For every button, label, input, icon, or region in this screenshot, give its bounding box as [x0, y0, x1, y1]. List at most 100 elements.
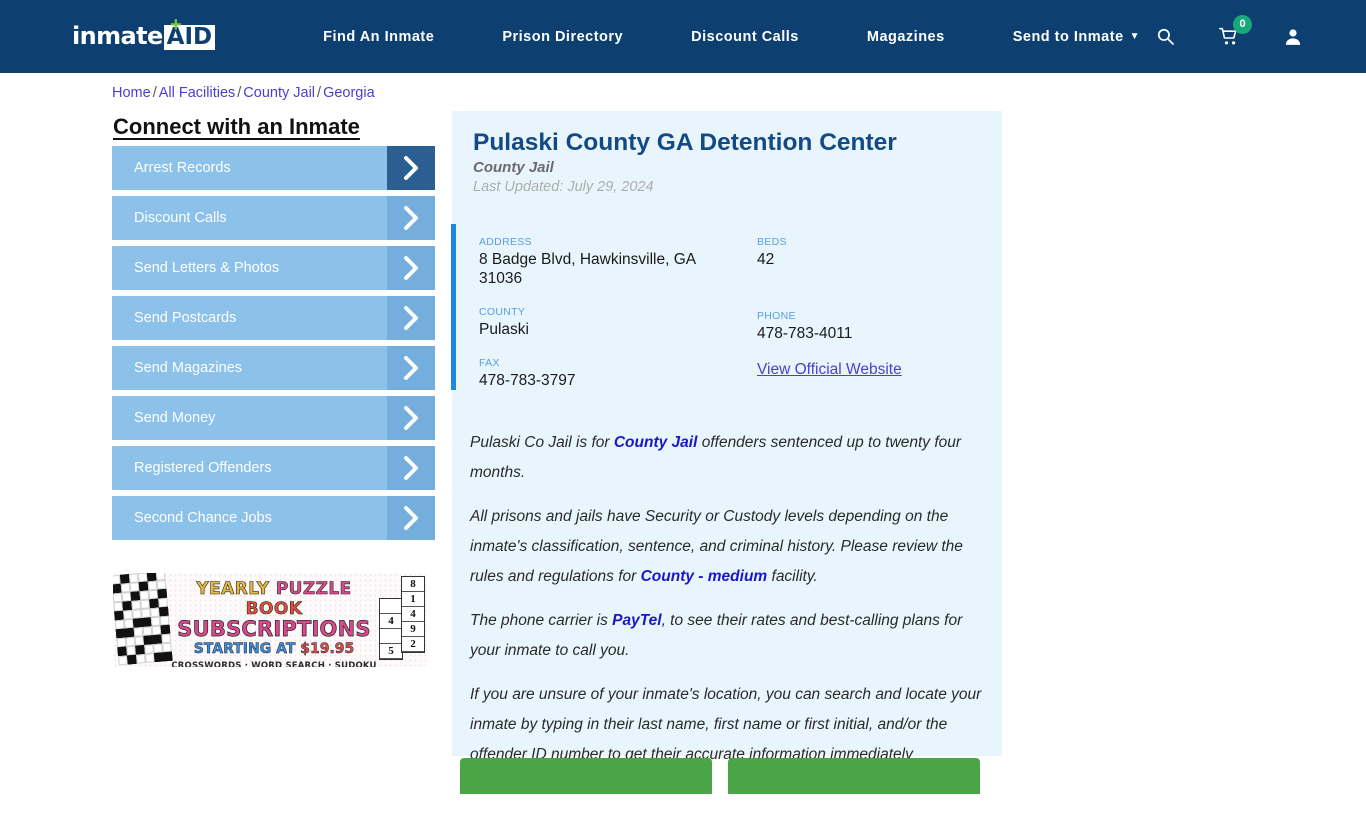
ad-subtitle: CROSSWORDS · WORD SEARCH · SUDOKU · BRAI…: [171, 661, 377, 667]
cart-count-badge: 0: [1233, 14, 1252, 34]
facility-description: Pulaski Co Jail is for County Jail offen…: [470, 428, 986, 814]
description-paragraph-3: The phone carrier is PayTel, to see thei…: [470, 606, 986, 666]
bottom-action-button-2[interactable]: [728, 758, 980, 794]
nav-label: Discount Calls: [691, 28, 799, 45]
chevron-right-icon: [387, 496, 435, 540]
breadcrumb-item-georgia[interactable]: Georgia: [323, 85, 375, 101]
fact-phone: PHONE 478-783-4011: [757, 310, 997, 343]
para3-link-paytel[interactable]: PayTel: [612, 612, 661, 629]
user-icon[interactable]: [1280, 24, 1306, 50]
breadcrumb-separator: /: [317, 85, 322, 101]
sidebar-button-list: Arrest Records Discount Calls Send Lette…: [112, 146, 435, 546]
plus-icon: +: [170, 13, 182, 36]
sudoku-cell: 4: [402, 607, 424, 622]
fact-label: PHONE: [757, 310, 796, 322]
last-updated-text: Last Updated: July 29, 2024: [473, 179, 654, 195]
ad-text-block: YEARLY PUZZLE BOOK SUBSCRIPTIONS STARTIN…: [169, 579, 379, 667]
para2-text-b: facility.: [767, 568, 818, 585]
sudoku-cell: 8: [402, 577, 424, 592]
ad-headline-1-b: PUZZLE: [275, 579, 352, 600]
nav-label: Find An Inmate: [323, 28, 435, 45]
sidebar-item-send-postcards[interactable]: Send Postcards: [112, 296, 435, 340]
sudoku-column: 45: [379, 598, 403, 660]
puzzle-book-ad-banner[interactable]: 4581492 YEARLY PUZZLE BOOK SUBSCRIPTIONS…: [113, 573, 427, 667]
sidebar-item-arrest-records[interactable]: Arrest Records: [112, 146, 435, 190]
sidebar-item-send-magazines[interactable]: Send Magazines: [112, 346, 435, 390]
sidebar-item-label: Send Money: [134, 410, 216, 426]
nav-item-send-to-inmate[interactable]: Send to Inmate ▼: [979, 29, 1174, 45]
official-website-link-wrap: View Official Website: [757, 361, 997, 379]
chevron-right-icon: [387, 146, 435, 190]
ad-price-value: $19.95: [300, 641, 355, 658]
fact-label: BEDS: [757, 236, 787, 248]
search-icon[interactable]: [1152, 24, 1178, 50]
sudoku-column: 81492: [401, 576, 425, 653]
fact-county: COUNTY Pulaski: [479, 306, 729, 339]
sidebar-item-discount-calls[interactable]: Discount Calls: [112, 196, 435, 240]
ad-price-prefix: STARTING AT: [193, 641, 301, 658]
ad-headline-1-a: YEARLY: [196, 579, 276, 600]
sidebar-heading: Connect with an Inmate: [113, 114, 360, 139]
para3-text-a: The phone carrier is: [470, 612, 613, 629]
chevron-right-icon: [387, 246, 435, 290]
fact-value: Pulaski: [479, 321, 529, 338]
sidebar-item-send-money[interactable]: Send Money: [112, 396, 435, 440]
fact-value: 42: [757, 251, 775, 268]
para4-text-a: If you are unsure of your inmate's locat…: [470, 686, 982, 763]
sidebar-item-second-chance-jobs[interactable]: Second Chance Jobs: [112, 496, 435, 540]
nav-item-magazines[interactable]: Magazines: [833, 29, 979, 45]
nav-label: Prison Directory: [502, 28, 624, 45]
breadcrumb-separator: /: [152, 85, 157, 101]
bottom-action-buttons: [460, 758, 1000, 794]
nav-label: Send to Inmate: [1012, 28, 1124, 45]
sidebar-item-registered-offenders[interactable]: Registered Offenders: [112, 446, 435, 490]
nav-item-prison-directory[interactable]: Prison Directory: [468, 29, 657, 45]
ad-price-line: STARTING AT $19.95: [169, 641, 379, 658]
site-logo[interactable]: inmate AID +: [72, 15, 216, 52]
header-icon-group: 0: [1152, 0, 1306, 73]
sudoku-cell: 2: [402, 637, 424, 652]
breadcrumb-item-county-jail[interactable]: County Jail: [243, 85, 315, 101]
sudoku-cell: 4: [380, 614, 402, 629]
sudoku-grid-graphic: 4581492: [379, 574, 427, 666]
para1-text-a: Pulaski Co Jail is for: [470, 434, 614, 451]
chevron-right-icon: [387, 196, 435, 240]
chevron-down-icon: ▼: [1129, 30, 1141, 42]
view-official-website-link[interactable]: View Official Website: [757, 361, 902, 379]
breadcrumb-item-home[interactable]: Home: [112, 85, 151, 101]
sidebar-item-label: Registered Offenders: [134, 460, 272, 476]
sudoku-cell: 1: [402, 592, 424, 607]
sidebar-item-label: Send Letters & Photos: [134, 260, 280, 276]
sidebar-item-label: Discount Calls: [134, 210, 227, 226]
sudoku-cell: [380, 599, 402, 614]
facility-type: County Jail: [473, 159, 554, 176]
fact-value: 478-783-3797: [479, 372, 576, 389]
para1-link-county-jail[interactable]: County Jail: [614, 434, 698, 451]
chevron-right-icon: [387, 446, 435, 490]
sidebar-item-label: Send Postcards: [134, 310, 237, 326]
ad-headline-1-c: BOOK: [245, 599, 303, 620]
para2-link-county-medium[interactable]: County - medium: [641, 568, 768, 585]
breadcrumb: Home / All Facilities / County Jail / Georgia: [112, 85, 375, 101]
sidebar-item-label: Arrest Records: [134, 160, 231, 176]
facts-column-right: BEDS 42 PHONE 478-783-4011 View Official…: [757, 236, 997, 397]
sudoku-cell: 5: [380, 644, 402, 659]
facts-column-left: ADDRESS 8 Badge Blvd, Hawkinsville, GA 3…: [479, 236, 729, 408]
fact-label: FAX: [479, 357, 500, 369]
bottom-action-button-1[interactable]: [460, 758, 712, 794]
sudoku-cell: 9: [402, 622, 424, 637]
fact-value: 8 Badge Blvd, Hawkinsville, GA 31036: [479, 251, 696, 287]
cart-icon[interactable]: 0: [1216, 14, 1252, 50]
site-header: inmate AID + Find An Inmate Prison Direc…: [0, 0, 1366, 73]
breadcrumb-item-all-facilities[interactable]: All Facilities: [159, 85, 236, 101]
card-accent-bar: [451, 224, 456, 390]
crossword-grid-graphic: [113, 573, 175, 667]
chevron-right-icon: [387, 296, 435, 340]
fact-label: ADDRESS: [479, 236, 532, 248]
description-paragraph-1: Pulaski Co Jail is for County Jail offen…: [470, 428, 986, 488]
fact-address: ADDRESS 8 Badge Blvd, Hawkinsville, GA 3…: [479, 236, 729, 288]
sidebar-item-send-letters-photos[interactable]: Send Letters & Photos: [112, 246, 435, 290]
ad-headline-2: SUBSCRIPTIONS: [169, 617, 379, 642]
nav-item-discount-calls[interactable]: Discount Calls: [657, 29, 833, 45]
nav-item-find-an-inmate[interactable]: Find An Inmate: [289, 29, 468, 45]
